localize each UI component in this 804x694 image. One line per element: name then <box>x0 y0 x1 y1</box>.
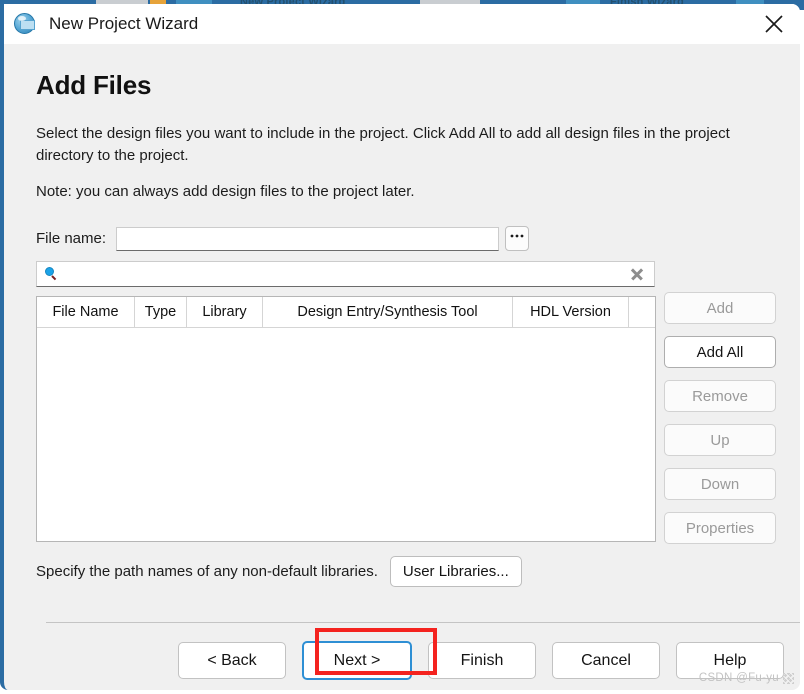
close-icon[interactable] <box>748 4 800 44</box>
column-header-file-name[interactable]: File Name <box>37 297 135 328</box>
search-icon <box>44 266 60 282</box>
clear-icon[interactable] <box>630 267 644 281</box>
up-button[interactable]: Up <box>664 424 776 456</box>
column-header-hdl-version[interactable]: HDL Version <box>513 297 629 328</box>
search-filter-row <box>36 261 655 288</box>
quartus-globe-icon <box>12 11 42 37</box>
watermark-dots-icon <box>783 673 794 684</box>
add-all-button[interactable]: Add All <box>664 336 776 368</box>
page-title: Add Files <box>36 70 152 100</box>
watermark-text: CSDN @Fu-yu <box>698 672 779 684</box>
next-button[interactable]: Next > <box>302 641 412 680</box>
window-title: New Project Wizard <box>49 14 199 33</box>
table-header-row: File Name Type Library Design Entry/Synt… <box>37 297 655 329</box>
remove-button[interactable]: Remove <box>664 380 776 412</box>
column-header-design-entry[interactable]: Design Entry/Synthesis Tool <box>263 297 513 328</box>
titlebar: New Project Wizard <box>4 4 800 44</box>
file-name-input[interactable] <box>116 226 500 251</box>
back-button[interactable]: < Back <box>178 642 286 679</box>
page-note: Note: you can always add design files to… <box>36 182 415 200</box>
user-libraries-text: Specify the path names of any non-defaul… <box>36 563 378 581</box>
column-header-type[interactable]: Type <box>135 297 187 328</box>
file-name-label: File name: <box>36 230 107 248</box>
finish-button[interactable]: Finish <box>428 642 536 679</box>
file-action-buttons: Add Add All Remove Up Down Properties <box>664 292 776 556</box>
column-header-spacer[interactable] <box>629 297 655 327</box>
page-description: Select the design files you want to incl… <box>36 125 730 164</box>
cancel-button[interactable]: Cancel <box>552 642 660 679</box>
add-button[interactable]: Add <box>664 292 776 324</box>
properties-button[interactable]: Properties <box>664 512 776 544</box>
watermark: CSDN @Fu-yu <box>699 672 794 684</box>
column-header-library[interactable]: Library <box>187 297 263 328</box>
new-project-wizard-dialog: New Project Wizard Add Files Select the … <box>0 4 800 690</box>
footer-button-bar: < Back Next > Finish Cancel Help <box>4 631 800 690</box>
user-libraries-row: Specify the path names of any non-defaul… <box>36 556 772 588</box>
table-body-empty[interactable] <box>37 328 655 541</box>
footer-separator <box>46 622 800 623</box>
user-libraries-button[interactable]: User Libraries... <box>389 556 522 588</box>
dialog-content: Add Files Select the design files you wa… <box>4 70 800 588</box>
browse-ellipsis-button[interactable] <box>505 226 530 252</box>
file-list-table[interactable]: File Name Type Library Design Entry/Synt… <box>36 296 656 543</box>
file-name-row: File name: <box>36 226 772 252</box>
search-input[interactable] <box>64 265 630 284</box>
down-button[interactable]: Down <box>664 468 776 500</box>
